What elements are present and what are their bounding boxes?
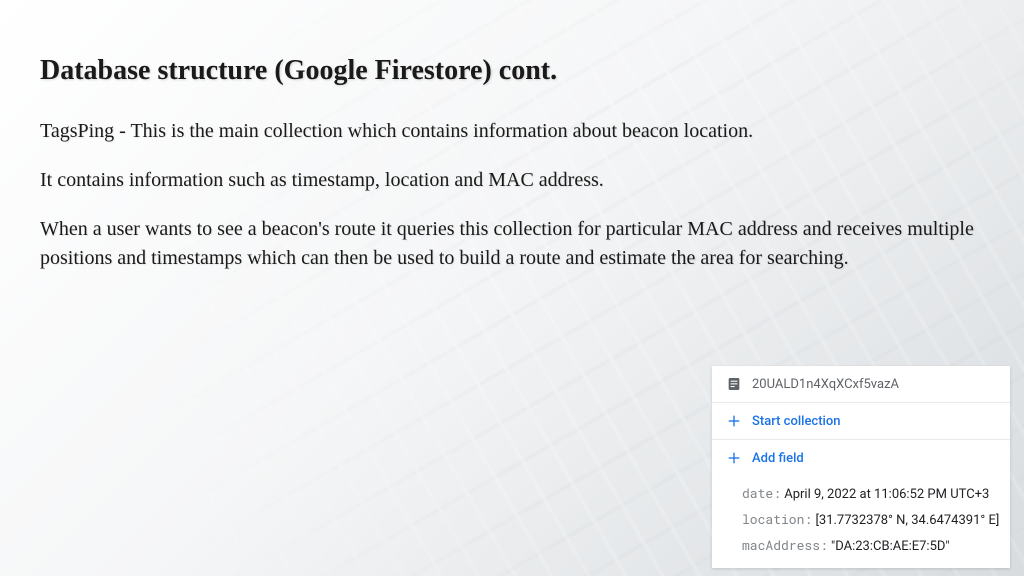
document-fields: date: April 9, 2022 at 11:06:52 PM UTC+3… (712, 476, 1010, 568)
document-id: 20UALD1n4XqXCxf5vazA (752, 377, 899, 392)
field-location[interactable]: location: [31.7732378° N, 34.6474391° E] (742, 506, 1010, 532)
plus-icon (726, 413, 742, 429)
field-value-location: [31.7732378° N, 34.6474391° E] (812, 513, 999, 528)
field-key-macaddress: macAddress: (742, 536, 828, 554)
plus-icon (726, 450, 742, 466)
field-date[interactable]: date: April 9, 2022 at 11:06:52 PM UTC+3 (742, 480, 1010, 506)
add-field-label: Add field (752, 451, 804, 466)
field-value-macaddress: "DA:23:CB:AE:E7:5D" (828, 539, 950, 554)
document-icon (726, 376, 742, 392)
field-value-date: April 9, 2022 at 11:06:52 PM UTC+3 (781, 487, 989, 502)
slide-paragraph-3: When a user wants to see a beacon's rout… (40, 215, 980, 273)
document-id-row[interactable]: 20UALD1n4XqXCxf5vazA (712, 366, 1010, 403)
field-key-location: location: (742, 510, 812, 528)
start-collection-label: Start collection (752, 414, 840, 429)
start-collection-button[interactable]: Start collection (712, 403, 1010, 440)
field-key-date: date: (742, 484, 781, 502)
field-macaddress[interactable]: macAddress: "DA:23:CB:AE:E7:5D" (742, 532, 1010, 558)
slide-paragraph-1: TagsPing - This is the main collection w… (40, 117, 980, 146)
add-field-button[interactable]: Add field (712, 440, 1010, 476)
slide-paragraph-2: It contains information such as timestam… (40, 166, 980, 195)
firestore-document-panel: 20UALD1n4XqXCxf5vazA Start collection Ad… (712, 366, 1010, 568)
slide-title: Database structure (Google Firestore) co… (40, 55, 984, 87)
